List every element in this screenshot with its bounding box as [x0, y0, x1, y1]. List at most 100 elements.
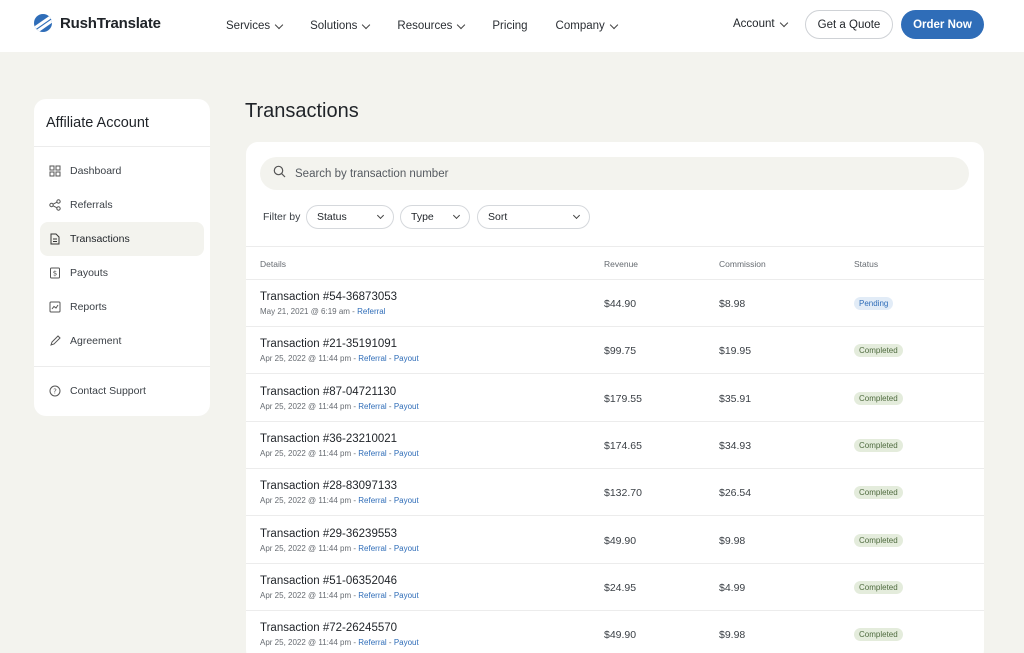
pen-icon — [49, 335, 61, 347]
separator: - — [386, 638, 394, 648]
transaction-number[interactable]: Transaction #36-23210021 — [260, 433, 397, 445]
nav-item-label: Services — [226, 20, 271, 32]
payout-link[interactable]: Payout — [394, 402, 419, 411]
transaction-number[interactable]: Transaction #54-36873053 — [260, 291, 397, 303]
sidebar-item-payouts[interactable]: $ Payouts — [40, 256, 204, 290]
transaction-type-link[interactable]: Referral — [358, 544, 386, 553]
column-header-status: Status — [854, 259, 879, 269]
transaction-meta: Apr 25, 2022 @ 11:44 pm - Referral - Pay… — [260, 354, 419, 363]
revenue-value: $49.90 — [604, 534, 637, 547]
table-row[interactable]: Transaction #54-36873053 May 21, 2021 @ 6… — [246, 280, 984, 327]
dollar-document-icon: $ — [49, 267, 61, 279]
contact-support-link[interactable]: ? Contact Support — [40, 374, 204, 408]
svg-text:$: $ — [53, 270, 57, 278]
nav-item-solutions[interactable]: Solutions — [310, 20, 371, 32]
dashboard-icon — [49, 165, 61, 177]
filter-value: Sort — [488, 211, 508, 223]
transaction-number[interactable]: Transaction #87-04721130 — [260, 386, 396, 398]
search-input[interactable] — [295, 167, 935, 180]
payout-link[interactable]: Payout — [394, 449, 419, 458]
table-row[interactable]: Transaction #87-04721130 Apr 25, 2022 @ 1… — [246, 375, 984, 422]
transaction-number[interactable]: Transaction #51-06352046 — [260, 575, 397, 587]
status-filter-dropdown[interactable]: Status — [306, 205, 394, 229]
table-row[interactable]: Transaction #51-06352046 Apr 25, 2022 @ 1… — [246, 564, 984, 611]
search-bar — [260, 157, 969, 190]
column-header-revenue: Revenue — [604, 259, 639, 269]
payout-link[interactable]: Payout — [394, 354, 419, 363]
chevron-down-icon — [376, 211, 385, 220]
sidebar-item-reports[interactable]: Reports — [40, 290, 204, 324]
chart-icon — [49, 301, 61, 313]
filter-value: Type — [411, 211, 434, 223]
revenue-value: $132.70 — [604, 487, 642, 500]
table-row[interactable]: Transaction #72-26245570 Apr 25, 2022 @ 1… — [246, 611, 984, 653]
commission-value: $8.98 — [719, 298, 746, 310]
sidebar-item-dashboard[interactable]: Dashboard — [40, 154, 204, 188]
payout-link[interactable]: Payout — [394, 638, 419, 647]
sidebar-item-transactions[interactable]: Transactions — [40, 222, 204, 256]
sidebar-item-agreement[interactable]: Agreement — [40, 324, 204, 358]
transaction-date: Apr 25, 2022 @ 11:44 pm — [260, 590, 352, 600]
sidebar-item-referrals[interactable]: Referrals — [40, 188, 204, 222]
column-header-details: Details — [260, 259, 286, 269]
sidebar-item-label: Referrals — [70, 199, 113, 211]
nav-item-services[interactable]: Services — [226, 20, 284, 32]
status-badge: Completed — [854, 344, 903, 358]
payout-link[interactable]: Payout — [394, 544, 419, 553]
search-icon — [273, 165, 286, 183]
commission-value: $26.54 — [719, 487, 752, 500]
page-title: Transactions — [245, 100, 359, 122]
transaction-type-link[interactable]: Referral — [358, 354, 386, 363]
revenue-value: $179.55 — [604, 392, 642, 405]
svg-text:?: ? — [53, 388, 57, 396]
transaction-date: Apr 25, 2022 @ 11:44 pm — [260, 496, 352, 506]
table-row[interactable]: Transaction #21-35191091 Apr 25, 2022 @ 1… — [246, 327, 984, 375]
status-badge: Completed — [854, 391, 903, 405]
transaction-number[interactable]: Transaction #72-26245570 — [260, 622, 397, 634]
transaction-type-link[interactable]: Referral — [358, 449, 386, 458]
brand-logo-link[interactable]: RushTranslate — [34, 14, 161, 32]
transaction-type-link[interactable]: Referral — [358, 591, 386, 600]
table-row[interactable]: Transaction #36-23210021 Apr 25, 2022 @ 1… — [246, 422, 984, 469]
nav-item-resources[interactable]: Resources — [397, 20, 466, 32]
nav-item-label: Solutions — [310, 20, 358, 32]
payout-link[interactable]: Payout — [394, 496, 419, 505]
affiliate-sidebar: Affiliate Account Dashboard Referrals Tr… — [34, 99, 210, 416]
transaction-type-link[interactable]: Referral — [357, 307, 385, 316]
transaction-date: Apr 25, 2022 @ 11:44 pm — [260, 638, 352, 648]
transaction-number[interactable]: Transaction #29-36239553 — [260, 528, 397, 540]
help-circle-icon: ? — [49, 385, 61, 397]
transaction-date: Apr 25, 2022 @ 11:44 pm — [260, 543, 352, 553]
get-a-quote-button[interactable]: Get a Quote — [805, 10, 893, 39]
document-icon — [49, 233, 61, 245]
status-badge: Pending — [854, 297, 894, 310]
account-menu[interactable]: Account — [733, 18, 788, 30]
filter-label: Filter by — [263, 211, 301, 223]
table-row[interactable]: Transaction #29-36239553 Apr 25, 2022 @ 1… — [246, 517, 984, 564]
revenue-value: $44.90 — [604, 298, 637, 310]
status-badge: Completed — [854, 533, 903, 547]
transaction-type-link[interactable]: Referral — [358, 496, 386, 505]
nav-item-company[interactable]: Company — [556, 20, 619, 32]
nav-item-pricing[interactable]: Pricing — [492, 20, 527, 32]
transaction-number[interactable]: Transaction #21-35191091 — [260, 338, 397, 350]
transaction-meta: Apr 25, 2022 @ 11:44 pm - Referral - Pay… — [260, 496, 419, 505]
brand-name: RushTranslate — [60, 14, 161, 32]
commission-value: $34.93 — [719, 439, 752, 452]
transactions-card: Filter by Status Type Sort Details Reven… — [246, 142, 984, 653]
globe-logo-icon — [34, 14, 52, 32]
main-nav: Services Solutions Resources Pricing Com… — [226, 0, 645, 52]
filter-value: Status — [317, 211, 347, 223]
order-now-button[interactable]: Order Now — [901, 10, 984, 39]
transaction-type-link[interactable]: Referral — [358, 638, 386, 647]
transaction-number[interactable]: Transaction #28-83097133 — [260, 480, 397, 492]
revenue-value: $99.75 — [604, 345, 637, 358]
separator: - — [386, 448, 394, 458]
type-filter-dropdown[interactable]: Type — [400, 205, 470, 229]
table-row[interactable]: Transaction #28-83097133 Apr 25, 2022 @ 1… — [246, 469, 984, 517]
commission-value: $4.99 — [719, 581, 746, 594]
commission-value: $19.95 — [719, 345, 752, 358]
transaction-type-link[interactable]: Referral — [358, 402, 386, 411]
payout-link[interactable]: Payout — [394, 591, 419, 600]
sort-dropdown[interactable]: Sort — [477, 205, 590, 229]
